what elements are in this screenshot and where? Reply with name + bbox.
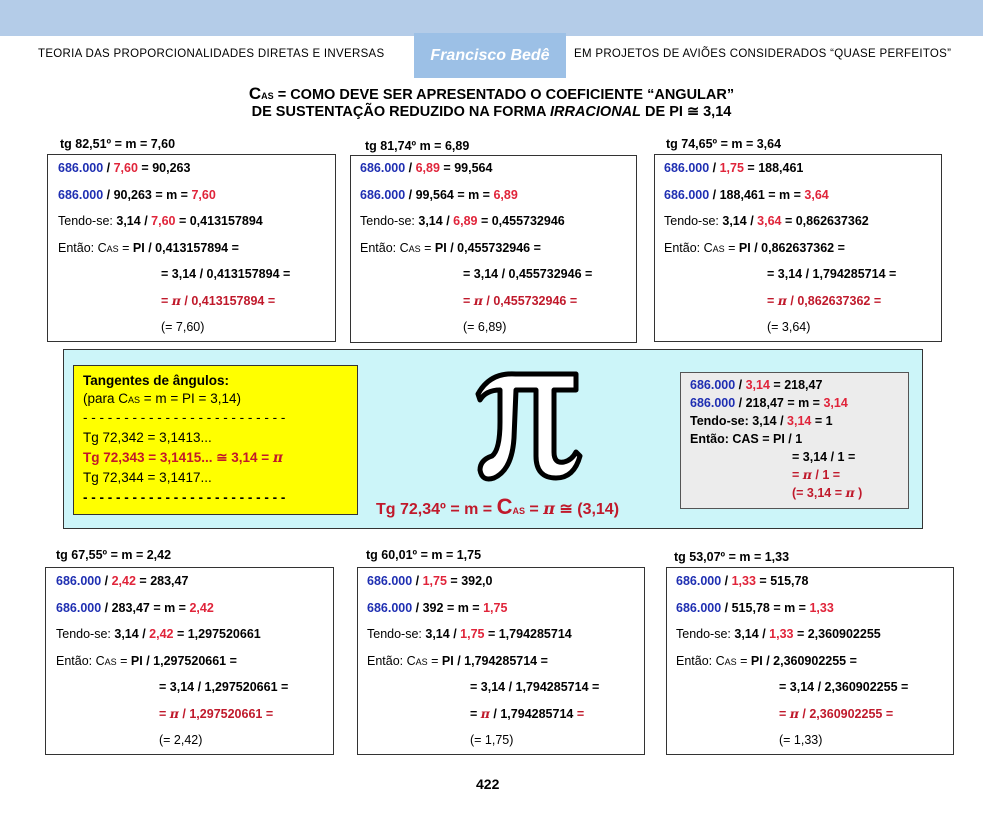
title-line-2: DE SUSTENTAÇÃO REDUZIDO NA FORMA IRRACIO… — [251, 104, 732, 120]
pi-symbol — [468, 352, 588, 492]
box-6-label: tg 53,07º = m = 1,33 — [674, 550, 790, 564]
calc-box-5: 686.000 / 1,75 = 392,0 686.000 / 392 = m… — [357, 567, 645, 755]
pi-calc-box: 686.000 / 3,14 = 218,47 686.000 / 218,47… — [680, 372, 909, 509]
calc-box-2: 686.000 / 6,89 = 99,564 686.000 / 99,564… — [350, 155, 637, 343]
box-1-label: tg 82,51º = m = 7,60 — [60, 137, 176, 151]
box-3-label: tg 74,65º = m = 3,64 — [666, 137, 782, 151]
calc-box-4: 686.000 / 2,42 = 283,47 686.000 / 283,47… — [45, 567, 334, 755]
calc-box-3: 686.000 / 1,75 = 188,461 686.000 / 188,4… — [654, 154, 942, 342]
title-line-1: CAS = COMO DEVE SER APRESENTADO O COEFIC… — [248, 84, 735, 103]
box-4-label: tg 67,55º = m = 2,42 — [56, 548, 172, 562]
calc-box-1: 686.000 / 7,60 = 90,263 686.000 / 90,263… — [47, 154, 336, 342]
author-badge: Francisco Bedê — [414, 33, 566, 78]
pi-glyph-icon — [475, 371, 583, 482]
page-number: 422 — [476, 776, 500, 792]
header-right-text: EM PROJETOS DE AVIÕES CONSIDERADOS “QUAS… — [574, 48, 952, 60]
top-band — [0, 0, 983, 36]
calc-box-6: 686.000 / 1,33 = 515,78 686.000 / 515,78… — [666, 567, 954, 755]
box-5-label: tg 60,01º = m = 1,75 — [366, 548, 482, 562]
center-formula: Tg 72,34º = m = CAS = π ≅ (3,14) — [376, 494, 620, 519]
header-left-text: TEORIA DAS PROPORCIONALIDADES DIRETAS E … — [38, 48, 385, 60]
tangent-list-box: Tangentes de ângulos: (para CAS = m = PI… — [73, 365, 358, 515]
box-2-label: tg 81,74º m = 6,89 — [365, 139, 470, 153]
